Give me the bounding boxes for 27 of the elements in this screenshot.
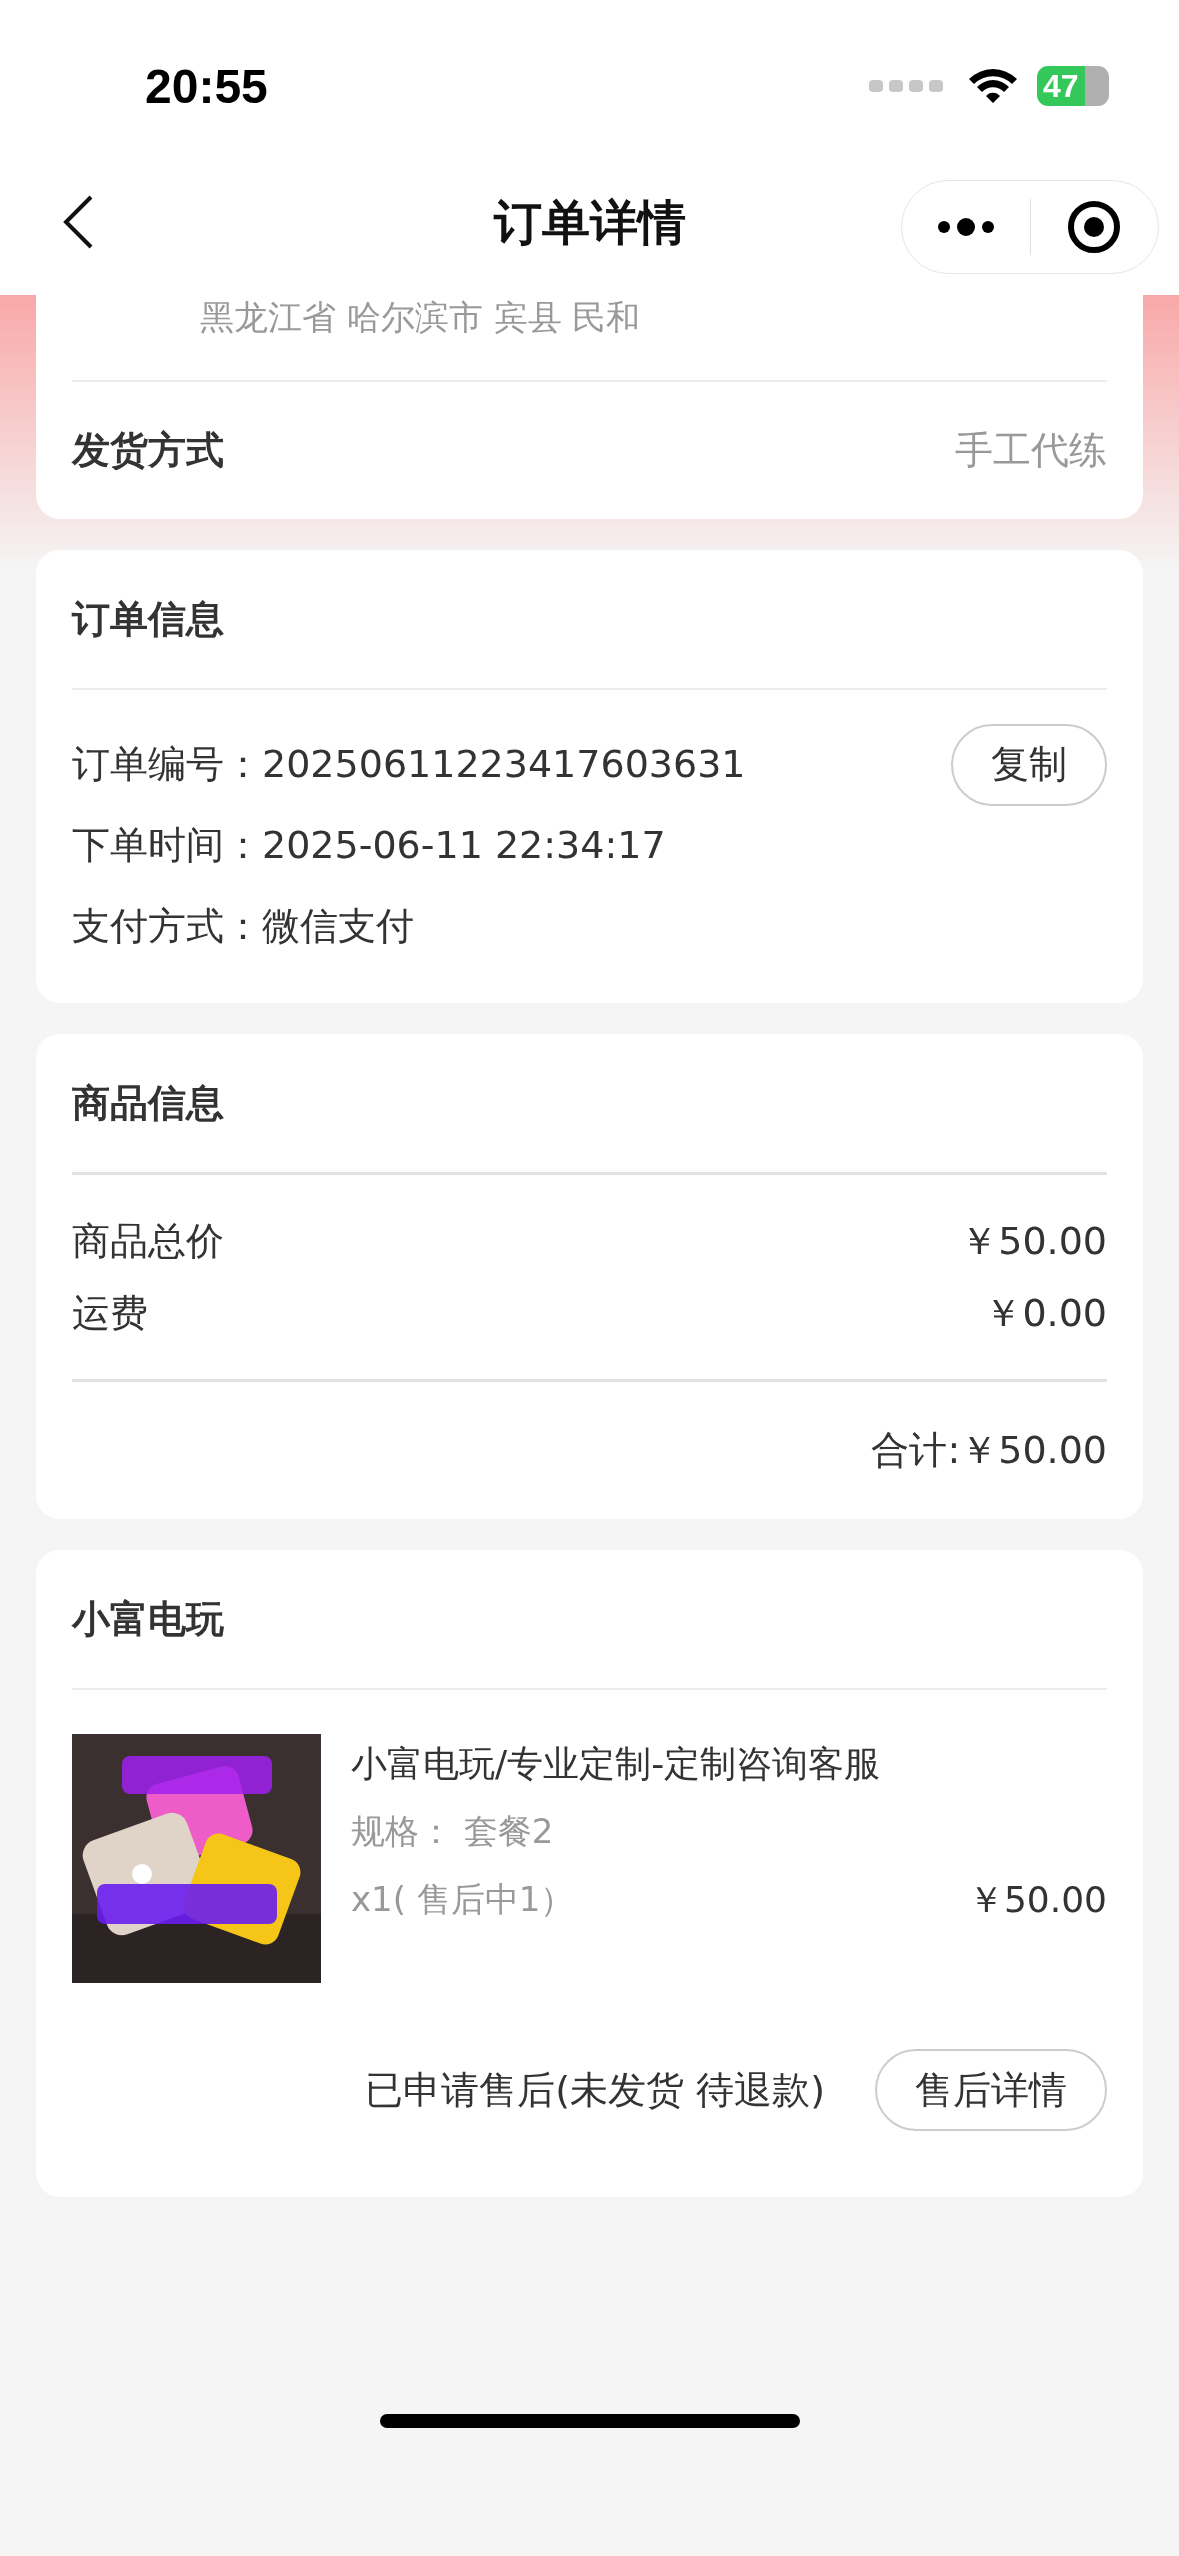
address-text: 黑龙江省 哈尔滨市 宾县 民和 [199, 296, 642, 339]
product-title: 小富电玩/专业定制-定制咨询客服 [351, 1742, 882, 1786]
copy-button[interactable]: 复制 [951, 723, 1107, 806]
store-name: 小富电玩 [72, 1595, 225, 1643]
product-price: ￥50.00 [967, 1877, 1107, 1922]
order-field: 下单时间：2025-06-11 22:34:17 [72, 820, 1107, 871]
wifi-icon [967, 67, 1019, 105]
row-label: 发货方式 [72, 427, 224, 474]
close-icon [1067, 200, 1122, 254]
after-sale-status: 已申请售后(未发货 待退款) [365, 2066, 825, 2114]
total-amount: 合计:￥50.00 [871, 1427, 1107, 1474]
row-label: 运费 [72, 1289, 148, 1337]
more-icon [935, 217, 996, 237]
product-quantity: x1( 售后中1） [351, 1878, 575, 1921]
order-field: 支付方式：微信支付 [72, 901, 1107, 952]
order-field: 订单编号：20250611223417603631 [72, 739, 951, 790]
card-title: 订单信息 [72, 595, 225, 643]
after-sale-details-button[interactable]: 售后详情 [875, 2049, 1107, 2131]
row-value: ￥0.00 [984, 1289, 1107, 1337]
card-title: 商品信息 [72, 1079, 225, 1127]
battery-icon: 47 [1037, 66, 1109, 106]
product-spec: 规格： 套餐2 [351, 1810, 555, 1853]
row-label: 商品总价 [72, 1217, 224, 1265]
status-time: 20:55 [145, 58, 268, 114]
page-title: 订单详情 [493, 192, 686, 252]
row-value: ￥50.00 [960, 1217, 1107, 1265]
row-value: 手工代练 [955, 427, 1107, 474]
